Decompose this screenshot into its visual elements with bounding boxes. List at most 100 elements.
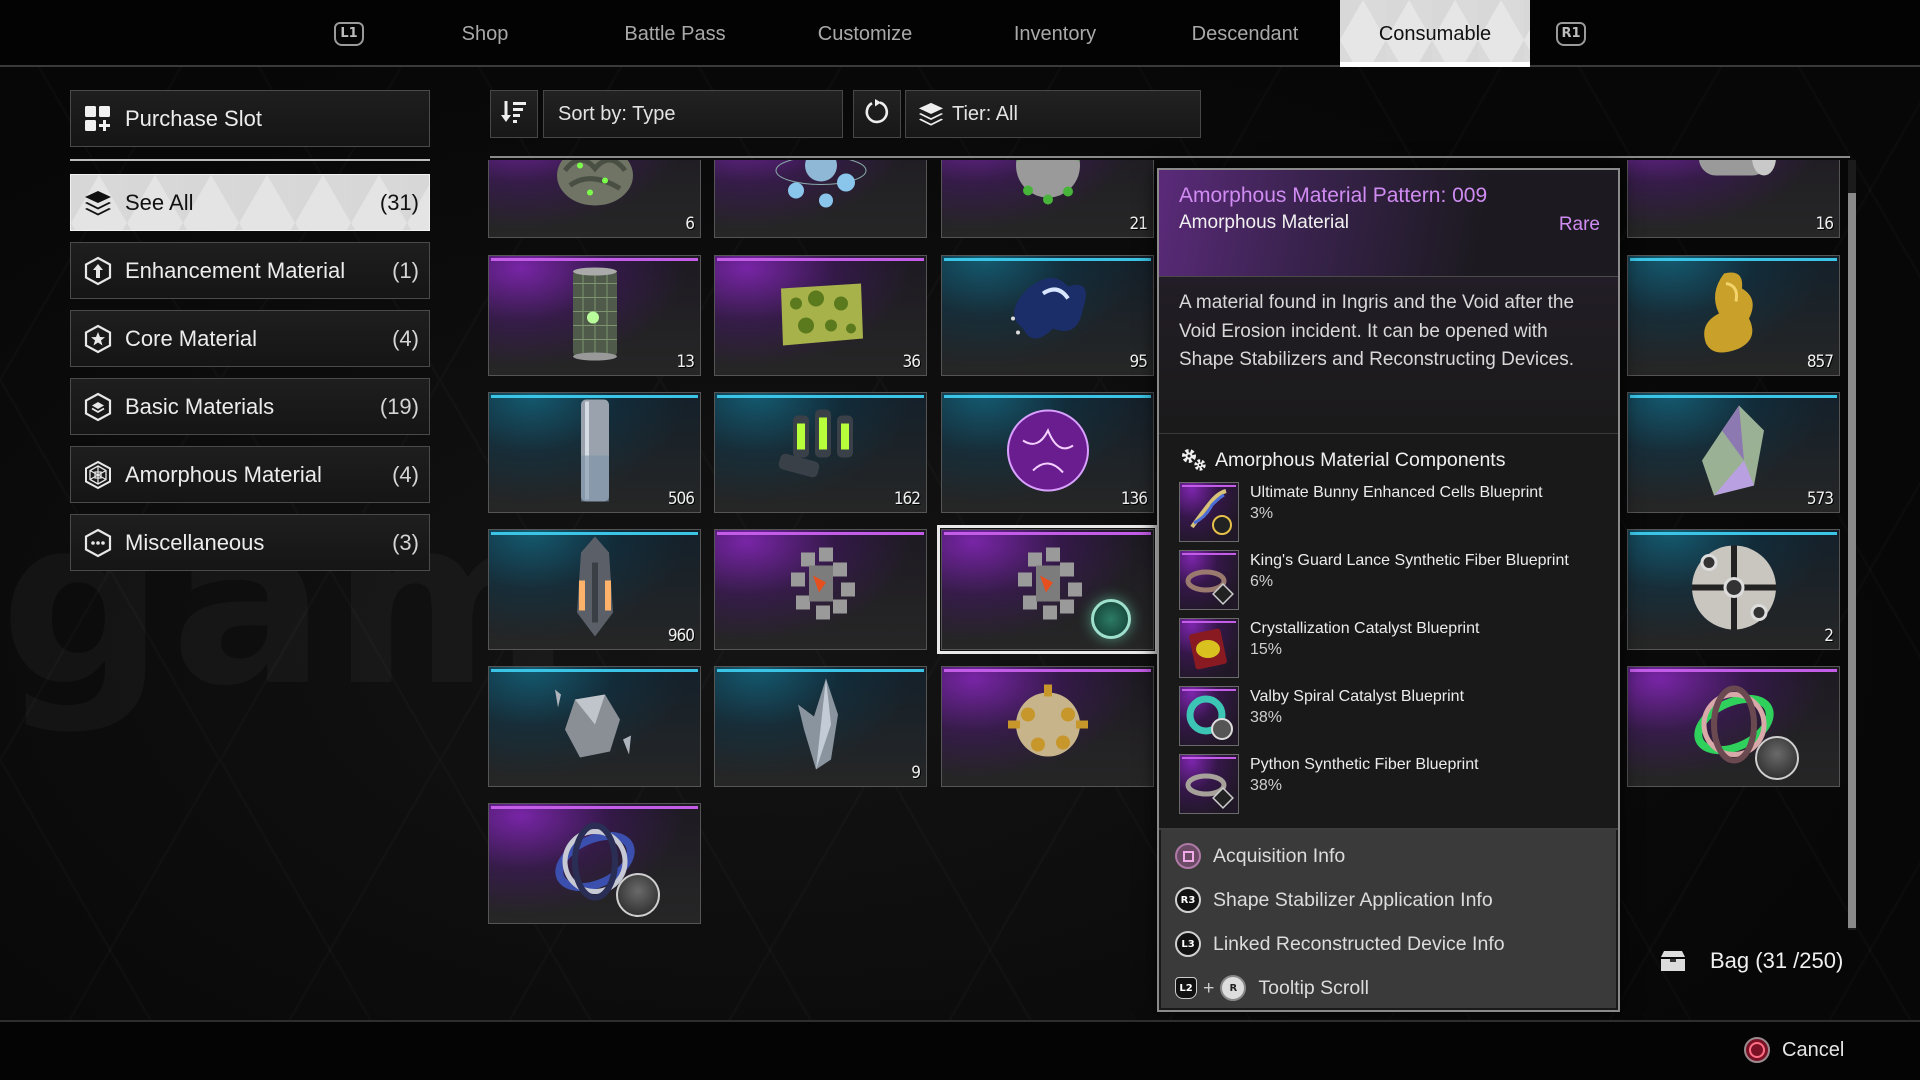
tooltip-title: Amorphous Material Pattern: 009 <box>1179 184 1488 207</box>
sidebar-item-label: See All <box>125 189 194 215</box>
linked-device-info-action[interactable]: L3 Linked Reconstructed Device Info <box>1161 922 1616 966</box>
tier-bar <box>717 532 924 535</box>
crystal-shard-icon <box>1694 400 1774 505</box>
component-text: Python Synthetic Fiber Blueprint 38% <box>1250 754 1479 822</box>
item-slot[interactable]: 2 <box>1627 529 1840 650</box>
descendant-portrait-icon <box>1755 736 1799 780</box>
right-stick-icon: R <box>1220 975 1247 1001</box>
layers-icon <box>83 188 113 218</box>
item-slot[interactable] <box>937 525 1158 654</box>
sort-dropdown[interactable]: Sort by: Type <box>543 90 843 138</box>
reset-filter-button[interactable] <box>853 90 901 138</box>
purchase-slot-button[interactable]: Purchase Slot <box>70 90 430 147</box>
component-chance: 38% <box>1250 709 1283 726</box>
sidebar-item-label: Amorphous Material <box>125 461 322 487</box>
component-item[interactable]: Crystallization Catalyst Blueprint 15% <box>1179 618 1618 686</box>
gold-nugget-icon <box>1694 263 1774 368</box>
component-item[interactable]: King's Guard Lance Synthetic Fiber Bluep… <box>1179 550 1618 618</box>
tab-battle-pass[interactable]: Battle Pass <box>600 0 750 67</box>
blueprint-thumbnail-icon <box>1179 754 1239 814</box>
tab-shop[interactable]: Shop <box>425 0 545 67</box>
item-slot[interactable] <box>714 529 927 650</box>
sidebar-item-label: Basic Materials <box>125 393 275 419</box>
sidebar-item-core-material[interactable]: Core Material (4) <box>70 310 430 367</box>
component-chance: 38% <box>1250 777 1283 794</box>
item-slot[interactable] <box>1627 666 1840 787</box>
sidebar-item-amorphous-material[interactable]: Amorphous Material (4) <box>70 446 430 503</box>
acquisition-info-action[interactable]: Acquisition Info <box>1161 834 1616 878</box>
tier-bar <box>944 532 1151 535</box>
item-quantity: 6 <box>685 214 695 234</box>
l2-button-icon: L2 <box>1175 977 1197 999</box>
component-item[interactable]: Ultimate Bunny Enhanced Cells Blueprint 3… <box>1179 482 1618 550</box>
green-sponge-icon <box>771 273 871 358</box>
blueprint-thumbnail-icon <box>1179 550 1239 610</box>
tier-bar <box>491 669 698 672</box>
component-text: King's Guard Lance Synthetic Fiber Bluep… <box>1250 550 1569 618</box>
item-slot[interactable]: 13 <box>488 255 701 376</box>
r1-button-icon[interactable]: R1 <box>1556 22 1586 46</box>
tier-bar <box>944 669 1151 672</box>
tier-bar <box>1630 532 1837 535</box>
tier-bar <box>717 258 924 261</box>
tab-customize[interactable]: Customize <box>795 0 935 67</box>
circle-button-icon <box>1744 1037 1770 1063</box>
item-slot[interactable]: 36 <box>714 255 927 376</box>
tier-label: Tier: All <box>952 102 1018 125</box>
item-slot[interactable]: 95 <box>941 255 1154 376</box>
sort-descending-icon <box>500 98 528 131</box>
item-slot[interactable] <box>941 666 1154 787</box>
bag-icon <box>1660 950 1686 972</box>
blueprint-thumbnail-icon <box>1179 482 1239 542</box>
gold-spike-mine-icon <box>998 674 1098 779</box>
tab-inventory[interactable]: Inventory <box>985 0 1125 67</box>
item-slot[interactable]: 573 <box>1627 392 1840 513</box>
tooltip-actions: Acquisition Info R3 Shape Stabilizer App… <box>1161 830 1616 1008</box>
item-slot[interactable]: 136 <box>941 392 1154 513</box>
amorphous-cubes-icon <box>771 537 871 642</box>
sidebar-item-label: Miscellaneous <box>125 529 265 555</box>
sidebar-item-count: (4) <box>392 325 419 351</box>
component-item[interactable]: Python Synthetic Fiber Blueprint 38% <box>1179 754 1618 822</box>
sidebar-item-see-all[interactable]: See All (31) <box>70 174 430 231</box>
tooltip-header: Amorphous Material Pattern: 009 Amorphou… <box>1159 170 1618 277</box>
sidebar-item-miscellaneous[interactable]: Miscellaneous (3) <box>70 514 430 571</box>
component-name: Valby Spiral Catalyst Blueprint <box>1250 688 1465 705</box>
component-item[interactable]: Valby Spiral Catalyst Blueprint 38% <box>1179 686 1618 754</box>
cancel-button[interactable]: Cancel <box>1744 1037 1844 1063</box>
grid-divider <box>490 156 1850 158</box>
item-slot[interactable]: 960 <box>488 529 701 650</box>
component-text: Crystallization Catalyst Blueprint 15% <box>1250 618 1479 686</box>
sidebar-item-enhancement-material[interactable]: Enhancement Material (1) <box>70 242 430 299</box>
stabilizer-application-info-action[interactable]: R3 Shape Stabilizer Application Info <box>1161 878 1616 922</box>
tier-bar <box>1630 395 1837 398</box>
tab-consumable[interactable]: Consumable <box>1340 0 1530 67</box>
sidebar-item-count: (31) <box>379 189 419 215</box>
scrollbar-thumb[interactable] <box>1848 193 1856 928</box>
sidebar-divider <box>70 159 430 161</box>
tooltip-category: Amorphous Material <box>1179 212 1350 233</box>
item-slot[interactable]: 506 <box>488 392 701 513</box>
sidebar-item-count: (4) <box>392 461 419 487</box>
item-slot[interactable]: 162 <box>714 392 927 513</box>
tooltip-description: A material found in Ingris and the Void … <box>1159 277 1618 434</box>
l3-button-icon: L3 <box>1175 931 1201 957</box>
tooltip-scroll-action[interactable]: L2 + R Tooltip Scroll <box>1161 966 1616 1010</box>
item-slot[interactable] <box>488 666 701 787</box>
tier-bar <box>491 258 698 261</box>
sidebar-item-basic-materials[interactable]: Basic Materials (19) <box>70 378 430 435</box>
tab-descendant[interactable]: Descendant <box>1170 0 1320 67</box>
square-button-icon <box>1175 843 1201 869</box>
l1-button-icon[interactable]: L1 <box>334 22 364 46</box>
item-slot[interactable]: 857 <box>1627 255 1840 376</box>
r3-button-icon: R3 <box>1175 887 1201 913</box>
item-tooltip: Amorphous Material Pattern: 009 Amorphou… <box>1157 168 1620 1012</box>
item-slot[interactable]: 9 <box>714 666 927 787</box>
tier-filter-dropdown[interactable]: Tier: All <box>905 90 1201 138</box>
item-slot[interactable] <box>488 803 701 924</box>
sort-order-button[interactable] <box>490 90 538 138</box>
liquid-blob-icon <box>998 268 1098 363</box>
components-title: Amorphous Material Components <box>1215 448 1506 471</box>
top-nav: L1 Shop Battle Pass Customize Inventory … <box>0 0 1920 67</box>
tier-bar <box>491 806 698 809</box>
